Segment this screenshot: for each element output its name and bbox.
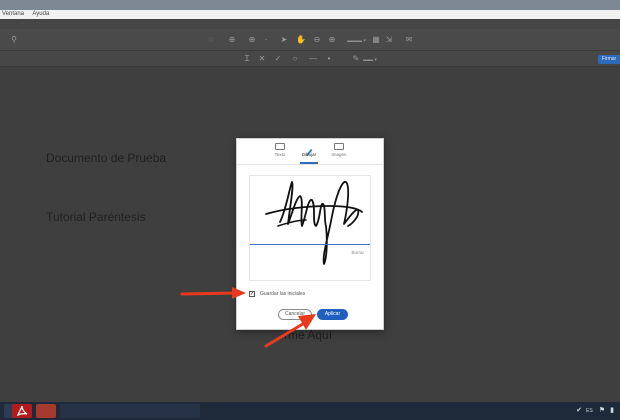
zoom-in-icon[interactable]: ⊕ <box>328 36 336 44</box>
image-icon <box>334 143 344 150</box>
line-icon[interactable]: — <box>309 55 317 63</box>
print-icon[interactable]: ◌ <box>207 36 215 44</box>
pen-icon <box>304 143 314 156</box>
comment-icon[interactable]: ✉ <box>405 36 413 44</box>
dot-icon[interactable]: • <box>325 55 333 63</box>
doc-line-2: Tutorial Paréntesis <box>46 210 146 224</box>
search-icon[interactable]: ⚲ <box>10 36 18 44</box>
sign-button[interactable]: Firmar <box>598 55 620 64</box>
flag-icon[interactable]: ⚑ <box>598 407 606 415</box>
annotation-arrow-apply <box>264 314 316 348</box>
text-icon <box>275 143 285 150</box>
signature-baseline <box>250 244 370 245</box>
tray-language[interactable]: ES <box>586 408 593 414</box>
signature-drawing <box>265 181 363 265</box>
sign-dropdown[interactable]: ▬▬ ▾ <box>363 57 377 63</box>
scroll-mode-icon[interactable]: ⇲ <box>385 36 393 44</box>
tab-text-label: Texto <box>274 152 286 157</box>
cross-icon[interactable]: ✕ <box>258 55 266 63</box>
tab-text[interactable]: Texto <box>266 143 294 157</box>
signature-dialog: Texto Dibujar Imagen Borrar ✓ Guardar la… <box>236 138 384 330</box>
doc-line-1: Documento de Prueba <box>46 151 167 165</box>
taskbar: ✔ ES ⚑ ▮ <box>0 402 620 420</box>
tray-check-icon[interactable]: ✔ <box>575 407 583 415</box>
sign-icon[interactable]: ✎ <box>352 55 360 63</box>
menu-bar: Ventana Ayuda <box>0 10 620 19</box>
clear-button[interactable]: Borrar <box>351 250 364 255</box>
check-icon[interactable]: ✓ <box>274 55 282 63</box>
tab-draw[interactable]: Dibujar <box>295 143 323 164</box>
page-up-icon[interactable]: ⊕ <box>248 36 256 44</box>
acrobat-taskbar-icon[interactable] <box>12 404 32 418</box>
network-icon[interactable]: ▮ <box>608 407 616 415</box>
signature-canvas[interactable]: Borrar <box>249 175 371 281</box>
window-title-strip <box>0 0 620 10</box>
up-icon[interactable]: ⊕ <box>228 36 236 44</box>
tab-image[interactable]: Imagen <box>325 143 353 157</box>
main-toolbar: ⚲ ◌ ⊕ ⊕ · ➤ ✋ ⊖ ⊕ ▬▬▬ ▾ ▦ ⇲ ✉ <box>0 29 620 51</box>
menu-item-help[interactable]: Ayuda <box>32 11 49 17</box>
taskbar-blank-area <box>60 404 200 418</box>
signature-tabs: Texto Dibujar Imagen <box>237 139 383 165</box>
fill-sign-toolbar: Ɪ ✕ ✓ ○ — • ✎ ▬▬ ▾ Firmar <box>0 51 620 67</box>
hand-icon[interactable]: ✋ <box>296 36 306 44</box>
save-initials-label: Guardar las iniciales <box>260 291 306 297</box>
document-tab[interactable]: · · · · · · · · · <box>20 21 46 27</box>
text-cursor-icon[interactable]: Ɪ <box>243 55 251 63</box>
annotation-arrow-checkbox <box>180 287 246 299</box>
cursor-icon[interactable]: ➤ <box>280 36 288 44</box>
page-number-icon: · <box>264 35 268 44</box>
menu-item-window[interactable]: Ventana <box>2 11 24 17</box>
tab-bar: · · · · · · · · · <box>0 19 620 29</box>
fit-page-icon[interactable]: ▦ <box>372 36 380 44</box>
tab-draw-label: Dibujar <box>301 152 317 157</box>
zoom-level[interactable]: ▬▬▬ ▾ <box>347 38 366 44</box>
zoom-out-icon[interactable]: ⊖ <box>313 36 321 44</box>
pdf-taskbar-icon[interactable] <box>36 404 56 418</box>
circle-icon[interactable]: ○ <box>291 55 299 63</box>
tab-image-label: Imagen <box>331 152 347 157</box>
